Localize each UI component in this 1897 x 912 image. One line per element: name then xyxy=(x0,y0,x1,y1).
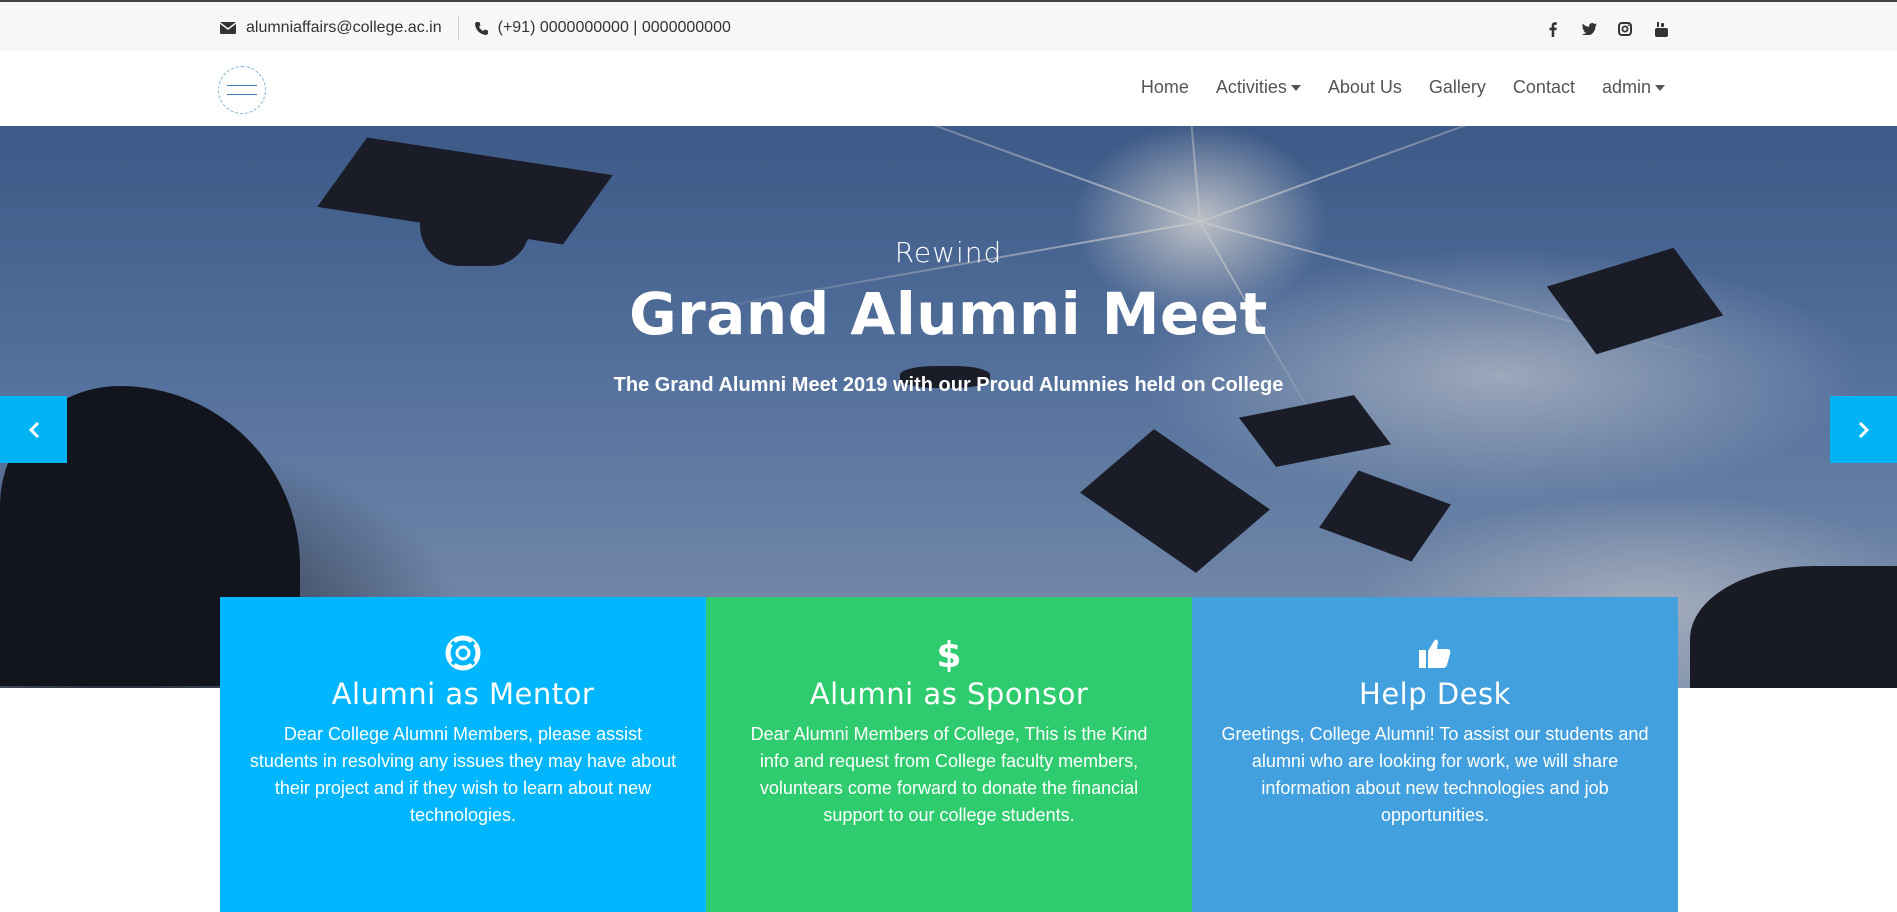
thumbs-up-icon xyxy=(1192,635,1678,671)
feature-alumni-sponsor[interactable]: $ Alumni as Sponsor Dear Alumni Members … xyxy=(706,597,1192,912)
phone-contact[interactable]: (+91) 0000000000 | 0000000000 xyxy=(474,19,731,37)
feature-alumni-mentor[interactable]: Alumni as Mentor Dear College Alumni Mem… xyxy=(220,597,706,912)
hero-description: The Grand Alumni Meet 2019 with our Prou… xyxy=(613,374,1284,396)
carousel-prev-button[interactable] xyxy=(0,396,67,463)
feature-text: Dear Alumni Members of College, This is … xyxy=(750,724,1148,825)
nav-contact-label: Contact xyxy=(1512,77,1575,97)
nav-activities-label: Activities xyxy=(1215,77,1287,97)
hero-subtitle: Rewind xyxy=(894,236,1003,269)
nav-menu: Home Activities About Us Gallery Contact… xyxy=(1141,77,1665,98)
envelope-icon xyxy=(220,22,236,34)
svg-text:$: $ xyxy=(938,635,960,672)
caret-down-icon xyxy=(1290,84,1301,91)
logo-emblem xyxy=(227,85,257,95)
nav-gallery-label: Gallery xyxy=(1428,77,1486,97)
nav-about-us[interactable]: About Us xyxy=(1328,77,1402,98)
phone-text: (+91) 0000000000 | 0000000000 xyxy=(497,19,731,36)
facebook-icon[interactable] xyxy=(1535,18,1571,40)
feature-boxes: Alumni as Mentor Dear College Alumni Mem… xyxy=(220,597,1678,912)
caret-down-icon xyxy=(1655,84,1665,91)
nav-home[interactable]: Home xyxy=(1141,77,1189,98)
nav-home-label: Home xyxy=(1140,77,1189,97)
email-contact[interactable]: alumniaffairs@college.ac.in xyxy=(220,19,442,37)
feature-title: Alumni as Sponsor xyxy=(809,677,1089,711)
contact-info: alumniaffairs@college.ac.in (+91) 000000… xyxy=(220,16,731,40)
top-info-bar: alumniaffairs@college.ac.in (+91) 000000… xyxy=(0,0,1897,51)
feature-title: Alumni as Mentor xyxy=(331,677,595,711)
nav-about-us-label: About Us xyxy=(1327,77,1402,97)
main-navbar: Home Activities About Us Gallery Contact… xyxy=(0,51,1897,126)
nav-gallery[interactable]: Gallery xyxy=(1429,77,1486,98)
nav-contact[interactable]: Contact xyxy=(1513,77,1575,98)
phone-icon xyxy=(474,21,488,35)
nav-activities[interactable]: Activities xyxy=(1216,77,1301,98)
twitter-icon[interactable] xyxy=(1571,18,1607,40)
carousel-next-button[interactable] xyxy=(1830,396,1897,463)
social-links xyxy=(1535,18,1679,40)
feature-title: Help Desk xyxy=(1359,677,1511,711)
feature-text: Greetings, College Alumni! To assist our… xyxy=(1221,724,1649,825)
youtube-icon[interactable] xyxy=(1643,18,1679,40)
divider xyxy=(457,16,459,40)
feature-help-desk[interactable]: Help Desk Greetings, College Alumni! To … xyxy=(1192,597,1678,912)
college-logo[interactable] xyxy=(218,66,266,114)
hero-title: Grand Alumni Meet xyxy=(629,280,1268,348)
email-text: alumniaffairs@college.ac.in xyxy=(246,19,442,36)
nav-admin-label: admin xyxy=(1601,77,1651,97)
chevron-left-icon xyxy=(28,421,39,438)
lifebuoy-icon xyxy=(220,635,706,671)
feature-text: Dear College Alumni Members, please assi… xyxy=(249,724,677,825)
chevron-right-icon xyxy=(1858,421,1869,438)
instagram-icon[interactable] xyxy=(1607,18,1643,40)
nav-admin[interactable]: admin xyxy=(1602,77,1665,98)
dollar-icon: $ xyxy=(706,635,1192,672)
